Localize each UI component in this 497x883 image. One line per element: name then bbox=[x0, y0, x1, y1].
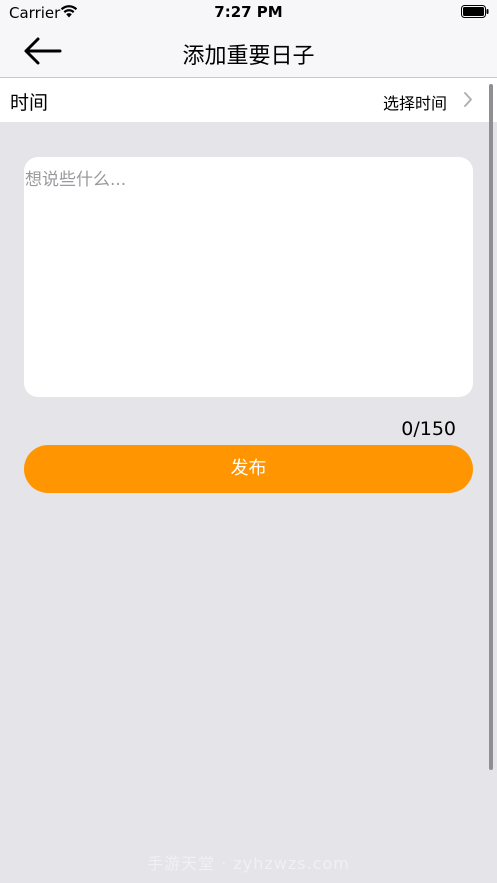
character-counter: 0/150 bbox=[401, 418, 456, 440]
chevron-right-icon bbox=[464, 92, 472, 107]
status-time: 7:27 PM bbox=[214, 3, 283, 21]
watermark: 手游天堂 · zyhzwzs.com bbox=[147, 854, 350, 873]
scrollbar[interactable] bbox=[489, 84, 493, 770]
status-bar: Carrier 7:27 PM bbox=[0, 0, 497, 26]
battery-icon bbox=[461, 5, 489, 18]
page-title: 添加重要日子 bbox=[182, 44, 315, 69]
publish-button[interactable]: 发布 bbox=[24, 445, 473, 493]
time-label: 时间 bbox=[10, 92, 49, 114]
note-input[interactable] bbox=[24, 157, 473, 397]
time-picker-row[interactable]: 时间 选择时间 bbox=[0, 78, 497, 122]
note-card bbox=[24, 157, 473, 397]
time-value[interactable]: 选择时间 bbox=[383, 90, 447, 114]
navigation-bar: 添加重要日子 bbox=[0, 26, 497, 78]
